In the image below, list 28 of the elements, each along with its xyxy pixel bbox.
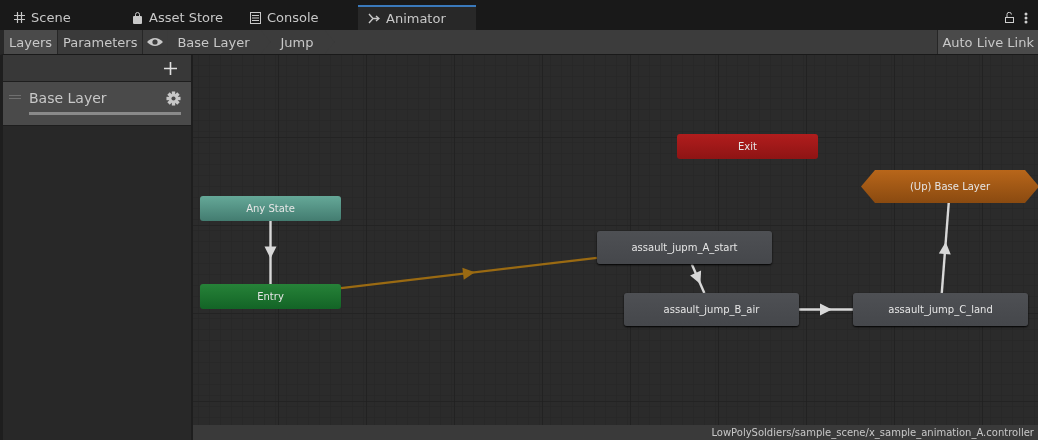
state-node[interactable]: assault_jupm_A_start — [597, 231, 772, 264]
window-tab[interactable]: Asset Store — [122, 5, 240, 30]
transition-arrow[interactable] — [799, 303, 853, 316]
layer-name: Base Layer — [29, 90, 107, 106]
auto-live-link-button[interactable]: Auto Live Link — [937, 30, 1038, 54]
panel-tab[interactable]: Layers — [4, 30, 59, 54]
window-tab[interactable]: Animator — [358, 5, 476, 30]
state-node[interactable]: Exit — [677, 134, 818, 159]
drag-handle-icon[interactable] — [9, 95, 21, 100]
console-icon — [250, 11, 261, 24]
more-icon[interactable] — [1024, 11, 1028, 24]
grid-icon — [14, 12, 25, 23]
settings-icon[interactable] — [166, 90, 181, 106]
bag-icon — [132, 11, 143, 24]
controller-path: LowPolySoldiers/sample_scene/x_sample_animation_A.controller — [711, 427, 1034, 438]
state-node[interactable]: Entry — [200, 284, 341, 309]
transition-arrow[interactable] — [264, 221, 277, 284]
window-tab[interactable]: Console — [240, 5, 358, 30]
eye-icon[interactable] — [146, 37, 165, 47]
transition-arrow[interactable] — [938, 202, 951, 294]
window-tab[interactable]: Scene — [4, 5, 122, 30]
add-icon[interactable] — [164, 61, 177, 75]
animator-icon — [368, 13, 380, 24]
lock-icon[interactable] — [1005, 12, 1014, 23]
layer-item[interactable]: Base Layer — [3, 82, 191, 126]
state-node[interactable]: assault_jump_B_air — [624, 293, 799, 326]
state-node[interactable]: (Up) Base Layer — [861, 170, 1038, 203]
state-node[interactable]: assault_jump_C_land — [853, 293, 1028, 326]
